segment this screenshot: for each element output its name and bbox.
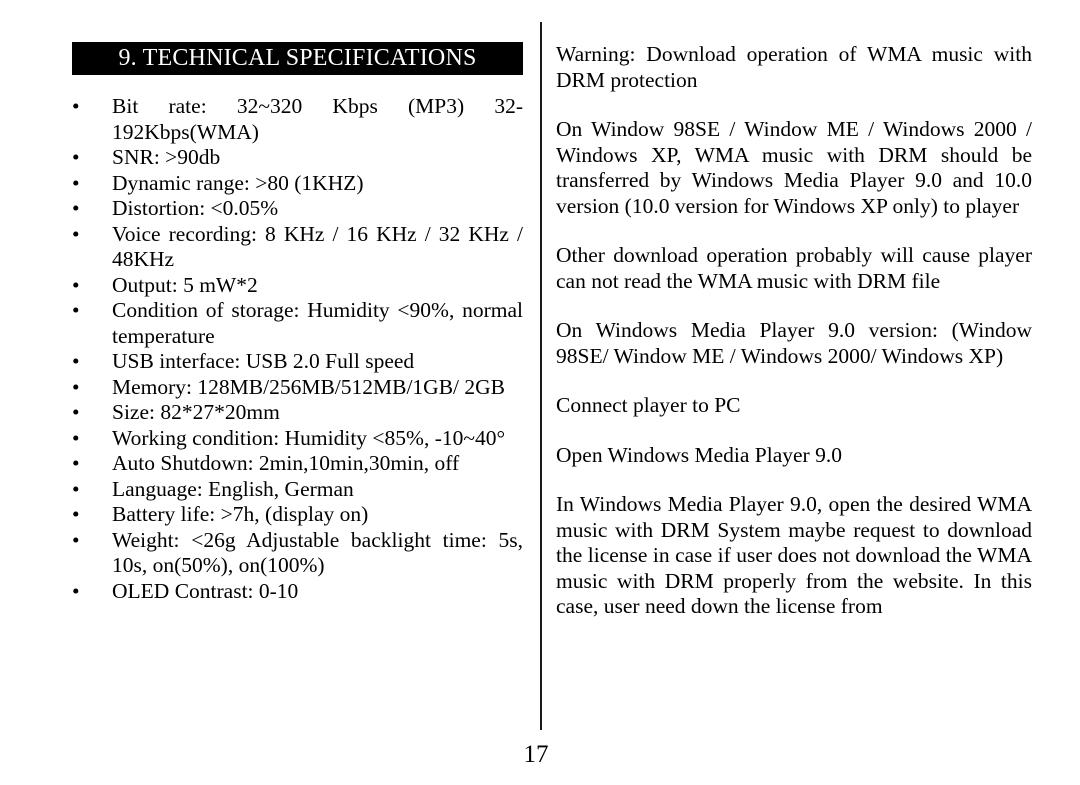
spec-list-item: • Language: English, German xyxy=(72,477,523,503)
spec-list-item-label: Bit rate: 32~320 Kbps (MP3) 32-192Kbps(W… xyxy=(112,94,523,144)
spec-list-item-label: Output: 5 mW*2 xyxy=(112,272,258,297)
spec-list-item-label: Auto Shutdown: 2min,10min,30min, off xyxy=(112,451,460,475)
spec-list-item: • Memory: 128MB/256MB/512MB/1GB/ 2GB xyxy=(72,375,523,401)
right-column: Warning: Download operation of WMA music… xyxy=(556,42,1032,620)
spec-list-item-label: OLED Contrast: 0-10 xyxy=(112,578,299,603)
bullet-icon: • xyxy=(72,170,80,195)
bullet-icon: • xyxy=(72,578,80,603)
spec-list-item-label: Memory: 128MB/256MB/512MB/1GB/ 2GB xyxy=(112,374,506,399)
spec-list-item: • SNR: >90db xyxy=(72,145,523,171)
section-heading: 9. TECHNICAL SPECIFICATIONS xyxy=(72,42,523,75)
spec-list-item: • Size: 82*27*20mm xyxy=(72,400,523,426)
bullet-icon: • xyxy=(72,400,80,424)
manual-page: 9. TECHNICAL SPECIFICATIONS • Bit rate: 3… xyxy=(0,0,1080,785)
spec-list-item: • Output: 5 mW*2 xyxy=(72,273,523,299)
spec-list-item: • OLED Contrast: 0-10 xyxy=(72,579,523,605)
paragraph: In Windows Media Player 9.0, open the de… xyxy=(556,492,1032,618)
bullet-icon: • xyxy=(72,145,80,169)
spec-list-item: • Condition of storage: Humidity <90%, no… xyxy=(72,298,523,349)
spec-list-item-label: Dynamic range: >80 (1KHZ) xyxy=(112,170,364,195)
bullet-icon: • xyxy=(72,272,80,297)
bullet-icon: • xyxy=(72,374,80,399)
paragraph: Warning: Download operation of WMA music… xyxy=(556,42,1032,92)
spec-list-item-label: SNR: >90db xyxy=(112,145,221,169)
spec-list-item: • Auto Shutdown: 2min,10min,30min, off xyxy=(72,451,523,477)
spec-list-item: • Distortion: <0.05% xyxy=(72,196,523,222)
spec-list-item: • Weight: <26g Adjustable backlight time:… xyxy=(72,528,523,579)
spec-list-item: • Dynamic range: >80 (1KHZ) xyxy=(72,171,523,197)
left-column: 9. TECHNICAL SPECIFICATIONS • Bit rate: 3… xyxy=(72,42,523,604)
column-divider xyxy=(540,22,542,730)
spec-list-item-label: Size: 82*27*20mm xyxy=(112,400,280,424)
spec-list-item: • Voice recording: 8 KHz / 16 KHz / 32 KH… xyxy=(72,222,523,273)
bullet-icon: • xyxy=(72,502,80,526)
bullet-icon: • xyxy=(72,349,80,373)
paragraph: On Windows Media Player 9.0 version: (Wi… xyxy=(556,318,1032,368)
spec-list-item: • Battery life: >7h, (display on) xyxy=(72,502,523,528)
spec-list-item-label: Battery life: >7h, (display on) xyxy=(112,502,369,526)
bullet-icon: • xyxy=(72,451,80,475)
technical-specifications-list: • Bit rate: 32~320 Kbps (MP3) 32-192Kbps(… xyxy=(72,94,523,604)
spec-list-item: • USB interface: USB 2.0 Full speed xyxy=(72,349,523,375)
spec-list-item-label: Weight: <26g Adjustable backlight time: … xyxy=(112,527,523,578)
paragraph: Other download operation probably will c… xyxy=(556,243,1032,293)
page-number: 17 xyxy=(523,741,549,768)
spec-list-item-label: Working condition: Humidity <85%, -10~40… xyxy=(112,425,506,450)
spec-list-item-label: USB interface: USB 2.0 Full speed xyxy=(112,349,415,373)
bullet-icon: • xyxy=(72,196,80,220)
spec-list-item-label: Distortion: <0.05% xyxy=(112,196,279,220)
paragraph: Open Windows Media Player 9.0 xyxy=(556,442,842,467)
paragraph: On Window 98SE / Window ME / Windows 200… xyxy=(556,117,1032,218)
spec-list-item-label: Condition of storage: Humidity <90%, nor… xyxy=(112,298,523,348)
bullet-icon: • xyxy=(72,94,80,118)
spec-list-item: • Working condition: Humidity <85%, -10~4… xyxy=(72,426,523,452)
bullet-icon: • xyxy=(72,425,80,450)
bullet-icon: • xyxy=(72,476,80,501)
spec-list-item: • Bit rate: 32~320 Kbps (MP3) 32-192Kbps(… xyxy=(72,94,523,145)
paragraph: Connect player to PC xyxy=(556,393,741,417)
bullet-icon: • xyxy=(72,298,80,322)
bullet-icon: • xyxy=(72,221,80,246)
spec-list-item-label: Voice recording: 8 KHz / 16 KHz / 32 KHz… xyxy=(112,221,523,272)
bullet-icon: • xyxy=(72,527,80,552)
spec-list-item-label: Language: English, German xyxy=(112,476,354,501)
